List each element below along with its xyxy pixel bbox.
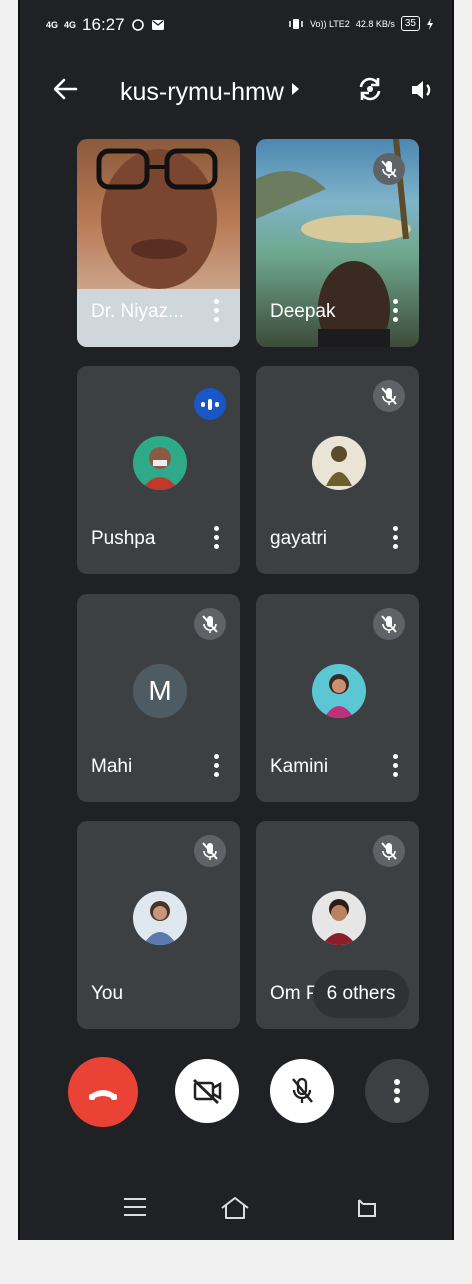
arrow-left-icon[interactable]: [50, 74, 80, 104]
mic-off-icon: [381, 615, 397, 633]
system-nav-bar: [20, 1180, 452, 1240]
avatar: [312, 436, 366, 490]
back-nav-icon[interactable]: [355, 1196, 379, 1220]
call-top-bar: kus-rymu-hmw: [20, 60, 452, 124]
network-indicator-2: 4G: [64, 19, 77, 30]
more-options-button[interactable]: [365, 1059, 429, 1123]
participant-name: Dr. Niyaz...: [91, 301, 184, 322]
camera-toggle-button[interactable]: [175, 1059, 239, 1123]
mic-off-icon: [381, 387, 397, 405]
vibrate-icon: [289, 18, 303, 29]
more-vert-icon[interactable]: [393, 526, 399, 552]
more-vert-icon[interactable]: [214, 526, 220, 552]
avatar: [133, 891, 187, 945]
more-vert-icon[interactable]: [393, 299, 399, 325]
mic-off-icon: [202, 842, 218, 860]
screenshot-frame: 4G 4G 16:27 Vo)) LTE2 42.8 KB/s 35 kus-r…: [0, 0, 472, 1284]
avatar: [312, 664, 366, 718]
network-indicator: 4G: [46, 19, 59, 30]
home-icon[interactable]: [218, 1195, 252, 1221]
speaker-icon[interactable]: [408, 76, 436, 104]
participant-name: gayatri: [270, 528, 328, 549]
participant-name: Pushpa: [91, 528, 156, 549]
avatar-letter: M: [133, 664, 187, 718]
participant-name: Deepak: [270, 301, 336, 322]
participant-name: Mahi: [91, 756, 133, 777]
more-vert-icon[interactable]: [393, 754, 399, 780]
battery-indicator: 35: [400, 16, 420, 31]
chevron-right-icon[interactable]: [290, 82, 300, 96]
meet-call-screen: 4G 4G 16:27 Vo)) LTE2 42.8 KB/s 35 kus-r…: [20, 0, 452, 1240]
mic-off-badge: [373, 380, 405, 412]
speaking-indicator: [194, 388, 226, 420]
mic-off-icon: [292, 1077, 313, 1103]
frame-border-right: [452, 0, 454, 1240]
meeting-code[interactable]: kus-rymu-hmw: [120, 78, 284, 107]
participant-tile[interactable]: gayatri: [256, 366, 419, 574]
mic-off-badge: [373, 608, 405, 640]
camera-switch-icon[interactable]: [355, 74, 385, 104]
participant-name: You: [91, 983, 124, 1004]
mail-notification-icon: [151, 20, 164, 30]
participant-tile[interactable]: M Mahi: [77, 594, 240, 802]
mic-off-badge: [373, 835, 405, 867]
mic-off-badge: [373, 153, 405, 185]
participant-tile[interactable]: You: [77, 821, 240, 1029]
participant-name: Kamini: [270, 756, 329, 777]
avatar: [133, 436, 187, 490]
participant-tile[interactable]: Kamini: [256, 594, 419, 802]
participant-tile[interactable]: Dr. Niyaz...: [77, 139, 240, 347]
menu-icon[interactable]: [124, 1198, 146, 1222]
others-chip[interactable]: 6 others: [313, 970, 409, 1018]
end-call-button[interactable]: [68, 1057, 138, 1127]
status-time: 16:27: [82, 15, 125, 34]
mic-toggle-button[interactable]: [270, 1059, 334, 1123]
mic-off-badge: [194, 608, 226, 640]
more-vert-icon[interactable]: [214, 754, 220, 780]
more-vert-icon[interactable]: [214, 299, 220, 325]
charging-icon: [427, 17, 433, 30]
status-bar: 4G 4G 16:27 Vo)) LTE2 42.8 KB/s 35: [20, 0, 452, 52]
network-speed: 42.8 KB/s: [355, 18, 395, 29]
mic-off-icon: [202, 615, 218, 633]
participant-tile[interactable]: Deepak: [256, 139, 419, 347]
participant-tile[interactable]: Pushpa: [77, 366, 240, 574]
mic-off-icon: [381, 842, 397, 860]
circle-notification-icon: [131, 19, 144, 31]
mic-off-badge: [194, 835, 226, 867]
avatar: [312, 891, 366, 945]
video-off-icon: [193, 1078, 222, 1105]
volte-indicator: Vo)) LTE2: [309, 18, 350, 29]
more-vert-icon: [394, 1079, 400, 1103]
mic-off-icon: [381, 160, 397, 178]
phone-hangup-icon: [89, 1090, 117, 1100]
